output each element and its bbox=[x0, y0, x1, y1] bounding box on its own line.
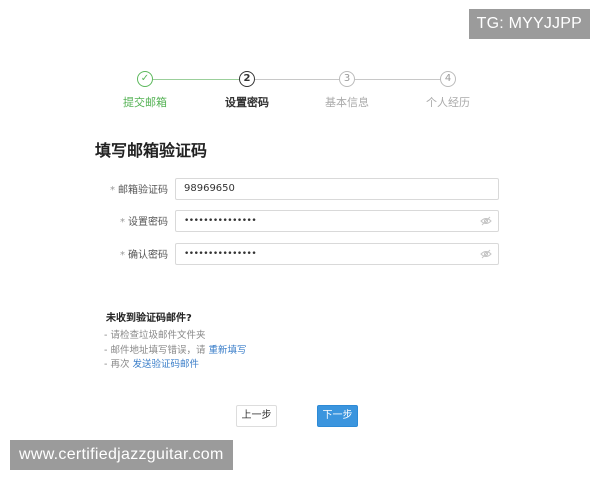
eye-off-icon[interactable] bbox=[480, 249, 492, 259]
help-text: - 邮件地址填写错误，请 bbox=[104, 345, 209, 356]
confirm-password-input[interactable]: ••••••••••••••• bbox=[175, 243, 499, 265]
step-number: 3 bbox=[339, 71, 355, 87]
field-label: * 设置密码 bbox=[120, 213, 168, 228]
step-label: 个人经历 bbox=[426, 96, 470, 109]
password-value: ••••••••••••••• bbox=[184, 249, 257, 259]
required-mark: * bbox=[120, 250, 125, 261]
step-submit-email: ✓ 提交邮箱 bbox=[105, 71, 185, 110]
eye-off-icon[interactable] bbox=[480, 216, 492, 226]
field-label: * 邮箱验证码 bbox=[110, 181, 168, 196]
field-label: * 确认密码 bbox=[120, 246, 168, 261]
prev-step-button[interactable]: 上一步 bbox=[236, 405, 277, 427]
required-mark: * bbox=[120, 217, 125, 228]
step-label: 基本信息 bbox=[325, 96, 369, 109]
form-row-confirm-password: * 确认密码 ••••••••••••••• bbox=[0, 243, 600, 265]
required-mark: * bbox=[110, 185, 115, 196]
step-number: 2 bbox=[239, 71, 255, 87]
help-title: 未收到验证码邮件? bbox=[106, 313, 192, 324]
check-icon: ✓ bbox=[137, 71, 153, 87]
help-text: - 再次 bbox=[104, 359, 133, 370]
help-text: - 请检查垃圾邮件文件夹 bbox=[104, 330, 206, 341]
next-step-button[interactable]: 下一步 bbox=[317, 405, 358, 427]
progress-stepper: ✓ 提交邮箱 2 设置密码 3 基本信息 4 个人经历 bbox=[0, 71, 600, 111]
help-item-check-spam: - 请检查垃圾邮件文件夹 bbox=[104, 327, 205, 341]
form-row-email-code: * 邮箱验证码 98969650 bbox=[0, 178, 600, 200]
step-personal-history: 4 个人经历 bbox=[408, 71, 488, 110]
step-label: 设置密码 bbox=[225, 96, 269, 109]
help-item-resend: - 再次 发送验证码邮件 bbox=[104, 356, 199, 370]
step-basic-info: 3 基本信息 bbox=[307, 71, 387, 110]
refill-link[interactable]: 重新填写 bbox=[208, 345, 246, 356]
password-input[interactable]: ••••••••••••••• bbox=[175, 210, 499, 232]
field-label-text: 确认密码 bbox=[128, 250, 168, 261]
watermark: www.certifiedjazzguitar.com bbox=[10, 440, 233, 470]
tg-badge: TG: MYYJJPP bbox=[468, 9, 590, 39]
resend-code-link[interactable]: 发送验证码邮件 bbox=[132, 359, 199, 370]
step-set-password: 2 设置密码 bbox=[207, 71, 287, 110]
password-value: ••••••••••••••• bbox=[184, 216, 257, 226]
step-label: 提交邮箱 bbox=[123, 96, 167, 109]
help-item-wrong-email: - 邮件地址填写错误，请 重新填写 bbox=[104, 342, 246, 356]
field-label-text: 设置密码 bbox=[128, 217, 168, 228]
form-row-password: * 设置密码 ••••••••••••••• bbox=[0, 210, 600, 232]
section-title: 填写邮箱验证码 bbox=[95, 141, 208, 160]
field-label-text: 邮箱验证码 bbox=[118, 185, 168, 196]
email-code-input[interactable]: 98969650 bbox=[175, 178, 499, 200]
step-number: 4 bbox=[440, 71, 456, 87]
